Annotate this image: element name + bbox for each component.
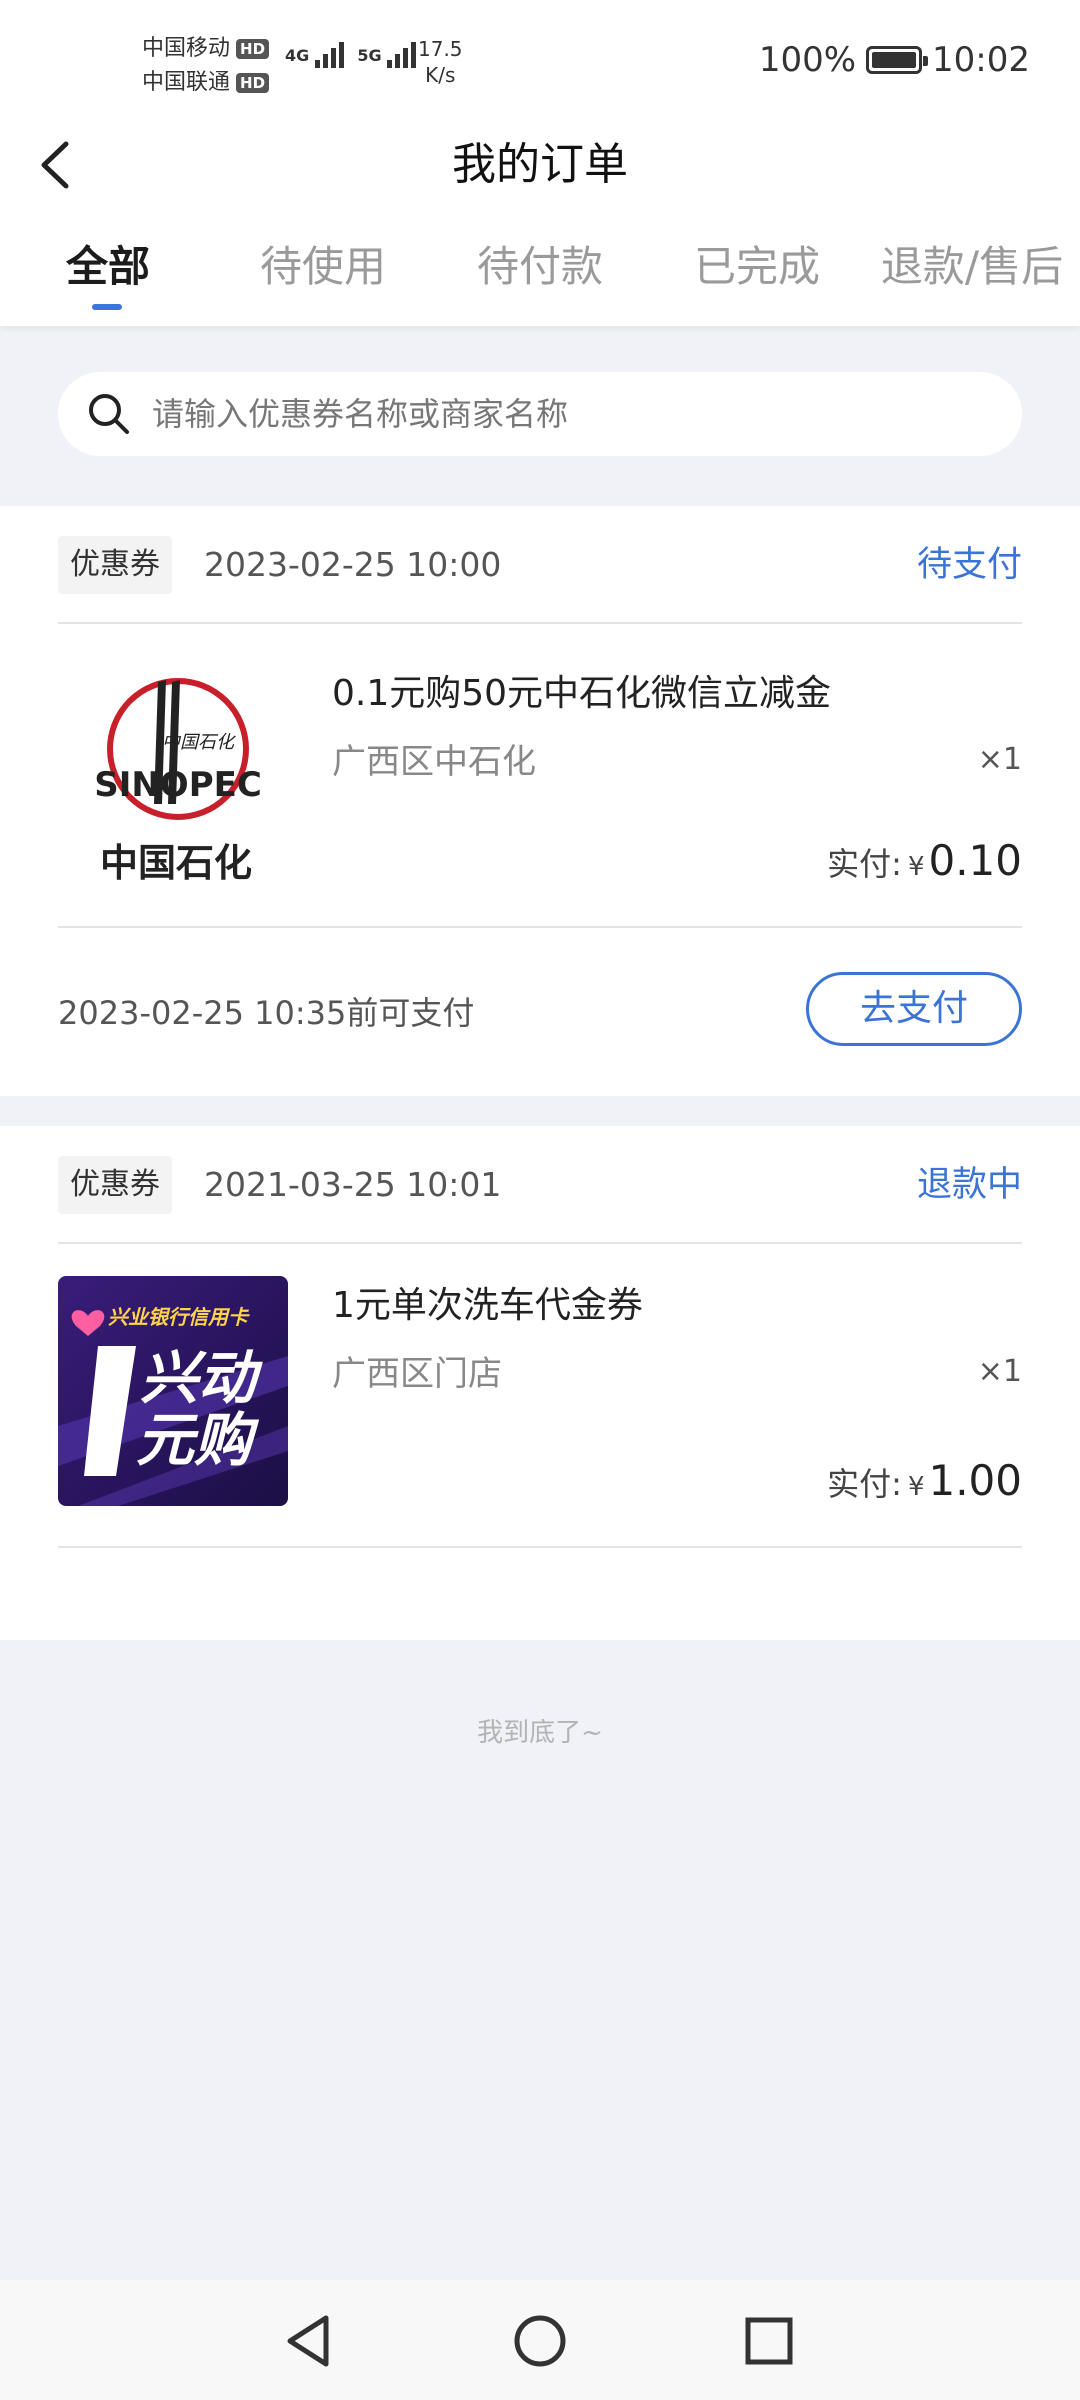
pay-button[interactable]: 去支付 (806, 972, 1022, 1046)
promo-main-text-1: 兴动 (140, 1344, 263, 1412)
order-time: 2021-03-25 10:01 (204, 1165, 502, 1204)
battery-icon (866, 46, 929, 74)
order-tabs: 全部 待使用 待付款 已完成 退款/售后 (0, 232, 1080, 302)
quantity: ×1 (977, 742, 1022, 777)
paid-label: 实付: (827, 1465, 902, 1503)
order-card[interactable]: 优惠券 2021-03-25 10:01 退款中 兴业银行信用卡 兴动 元购 1… (0, 1126, 1080, 1640)
carrier-2: 中国联通 (142, 70, 231, 95)
product-name: 0.1元购50元中石化微信立减金 (332, 673, 832, 714)
amount-value: 1.00 (928, 1456, 1022, 1505)
network-speed: 17.5 K/s (418, 36, 463, 88)
paid-amount: 实付: ¥ 0.10 (827, 836, 1022, 885)
product-name: 1元单次洗车代金券 (332, 1285, 643, 1326)
nav-back-button[interactable] (274, 2306, 344, 2376)
paid-label: 实付: (827, 845, 902, 883)
promo-image: 兴业银行信用卡 兴动 元购 (58, 1305, 288, 1506)
logo-cn-text: 中国石化 (100, 841, 252, 885)
search-icon (89, 394, 129, 434)
nav-home-button[interactable] (505, 2306, 575, 2376)
order-type-tag: 优惠券 (58, 536, 172, 594)
nav-recents-icon (745, 2317, 793, 2365)
promo-top-text: 兴业银行信用卡 (108, 1305, 250, 1329)
amount-value: 0.10 (928, 836, 1022, 885)
speed-value: 17.5 (418, 37, 463, 61)
order-type-tag: 优惠券 (58, 1156, 172, 1214)
product-image: 兴业银行信用卡 兴动 元购 (58, 1276, 288, 1506)
signal-bars-icon (314, 38, 344, 68)
search-input[interactable] (150, 394, 974, 434)
tab-to-pay[interactable]: 待付款 (477, 232, 603, 302)
promo-main-text-2: 元购 (136, 1406, 260, 1474)
order-header: 优惠券 2023-02-25 10:00 待支付 (58, 506, 1022, 624)
hd-badge: HD (236, 73, 270, 93)
logo-brand-text: SINOPEC (94, 765, 262, 805)
network-4g-label: 4G (285, 46, 310, 65)
quantity: ×1 (977, 1354, 1022, 1389)
sinopec-logo-image: 中国石化 SINOPEC 中国石化 (94, 678, 262, 885)
network-5g-label: 5G (357, 46, 382, 65)
divider (58, 926, 1022, 928)
carrier-info: 中国移动 HD 中国联通 HD (142, 32, 270, 100)
currency-symbol: ¥ (907, 1472, 925, 1502)
order-time: 2023-02-25 10:00 (204, 545, 502, 584)
signal-indicators: 4G 5G (285, 38, 417, 68)
active-tab-indicator (92, 304, 122, 310)
status-right: 100% 10:02 (759, 40, 1030, 80)
order-card[interactable]: 优惠券 2023-02-25 10:00 待支付 中国石化 SINOPEC 中国… (0, 506, 1080, 1096)
tab-refund[interactable]: 退款/售后 (881, 232, 1063, 302)
nav-home-icon (514, 2315, 566, 2367)
payment-deadline: 2023-02-25 10:35前可支付 (58, 994, 475, 1032)
logo-script-text: 中国石化 (162, 732, 236, 753)
battery-percent: 100% (758, 40, 857, 80)
nav-recents-button[interactable] (734, 2306, 804, 2376)
order-status: 退款中 (916, 1165, 1022, 1205)
order-status: 待支付 (916, 545, 1022, 585)
sinopec-logo: 中国石化 SINOPEC 中国石化 (58, 664, 288, 894)
divider (58, 1546, 1022, 1548)
end-of-list-note: 我到底了~ (477, 1718, 603, 1748)
speed-unit: K/s (425, 63, 456, 87)
signal-bars-icon (387, 38, 417, 68)
carrier-1: 中国移动 (142, 36, 231, 61)
tab-all[interactable]: 全部 (66, 232, 150, 302)
tab-completed[interactable]: 已完成 (694, 232, 820, 302)
hd-badge: HD (236, 39, 270, 59)
shop-name: 广西区门店 (332, 1354, 502, 1394)
search-bar[interactable] (58, 372, 1022, 456)
nav-back-icon (287, 2315, 329, 2367)
page-title: 我的订单 (452, 139, 628, 190)
paid-amount: 实付: ¥ 1.00 (827, 1456, 1022, 1505)
tab-to-use[interactable]: 待使用 (260, 232, 386, 302)
shop-name: 广西区中石化 (332, 742, 536, 782)
clock: 10:02 (932, 40, 1030, 80)
order-header: 优惠券 2021-03-25 10:01 退款中 (58, 1126, 1022, 1244)
currency-symbol: ¥ (907, 852, 925, 882)
